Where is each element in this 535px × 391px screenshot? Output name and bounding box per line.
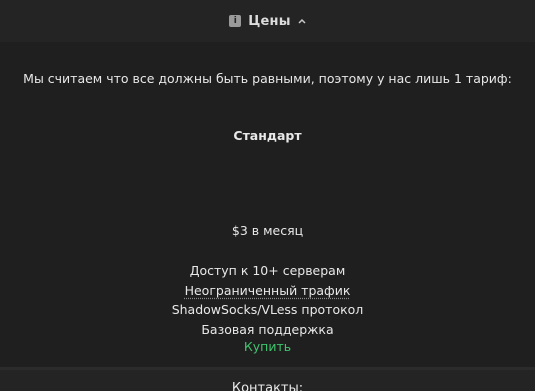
plan-price: $3 в месяц xyxy=(231,223,304,238)
contacts-section-header[interactable]: Контакты: xyxy=(0,370,535,391)
feature-item: ShadowSocks/VLess протокол xyxy=(171,302,364,317)
pricing-section-header[interactable]: i Цены xyxy=(0,0,535,42)
feature-item: Базовая поддержка xyxy=(201,321,334,337)
info-icon: i xyxy=(229,15,242,27)
feature-item: Доступ к 10+ серверам xyxy=(189,263,346,278)
plan-name: Стандарт xyxy=(233,128,302,143)
pricing-content: Мы считаем что все должны быть равными, … xyxy=(0,42,535,367)
feature-list: Доступ к 10+ серверам Неограниченный тра… xyxy=(0,261,535,339)
pricing-section-title: Цены xyxy=(248,13,291,29)
chevron-up-icon xyxy=(298,17,306,25)
pricing-intro: Мы считаем что все должны быть равными, … xyxy=(23,71,512,86)
contacts-section-title: Контакты: xyxy=(231,381,304,391)
feature-item-text: Неограниченный трафик xyxy=(184,282,351,298)
feature-item: Неограниченный трафик xyxy=(0,281,535,301)
page: i Цены Мы считаем что все должны быть ра… xyxy=(0,0,535,391)
buy-link[interactable]: Купить xyxy=(0,339,535,354)
